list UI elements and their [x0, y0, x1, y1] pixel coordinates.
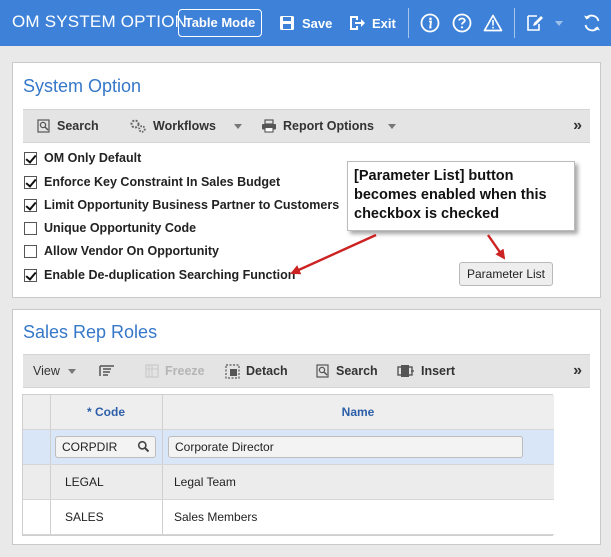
code-value: CORPDIR	[62, 440, 118, 454]
columns-button[interactable]	[99, 355, 121, 387]
freeze-icon	[145, 364, 159, 378]
insert-label: Insert	[421, 364, 456, 378]
arrow-to-checkbox	[290, 233, 377, 275]
row-header-cell	[23, 395, 50, 429]
panel-title: Sales Rep Roles	[23, 322, 158, 342]
chevron-down-icon	[67, 368, 76, 374]
search-label: Search	[336, 364, 378, 378]
search-button[interactable]: Search	[316, 355, 378, 387]
freeze-label: Freeze	[165, 364, 205, 378]
insert-icon	[397, 364, 415, 378]
column-header-code[interactable]: * Code	[50, 395, 162, 429]
grid-header: * Code Name	[23, 395, 554, 430]
table-row[interactable]: CORPDIR Corporate Director	[23, 430, 554, 465]
view-label: View	[33, 364, 60, 378]
search-icon[interactable]	[137, 439, 150, 459]
detach-icon	[225, 363, 240, 379]
table-row[interactable]: SALES Sales Members	[23, 500, 554, 535]
search-icon	[316, 364, 330, 378]
arrow-to-parameter-list	[487, 234, 506, 260]
sales-rep-toolbar: View Freeze Detach Search Insert »	[23, 354, 590, 388]
more-icon[interactable]: »	[573, 362, 582, 380]
name-cell: Legal Team	[174, 475, 236, 489]
detach-button[interactable]: Detach	[225, 355, 288, 387]
code-cell: LEGAL	[65, 475, 104, 489]
column-header-name[interactable]: Name	[162, 395, 554, 429]
name-input[interactable]: Corporate Director	[168, 436, 523, 458]
detach-label: Detach	[246, 364, 288, 378]
code-input[interactable]: CORPDIR	[55, 436, 156, 458]
sales-rep-grid: * Code Name CORPDIR Corporate Director L…	[22, 394, 554, 536]
freeze-button[interactable]: Freeze	[145, 355, 205, 387]
table-row[interactable]: LEGAL Legal Team	[23, 465, 554, 500]
name-cell: Sales Members	[174, 510, 258, 524]
view-button[interactable]: View	[33, 355, 76, 387]
code-cell: SALES	[65, 510, 104, 524]
insert-button[interactable]: Insert	[397, 355, 455, 387]
columns-icon	[99, 364, 115, 378]
